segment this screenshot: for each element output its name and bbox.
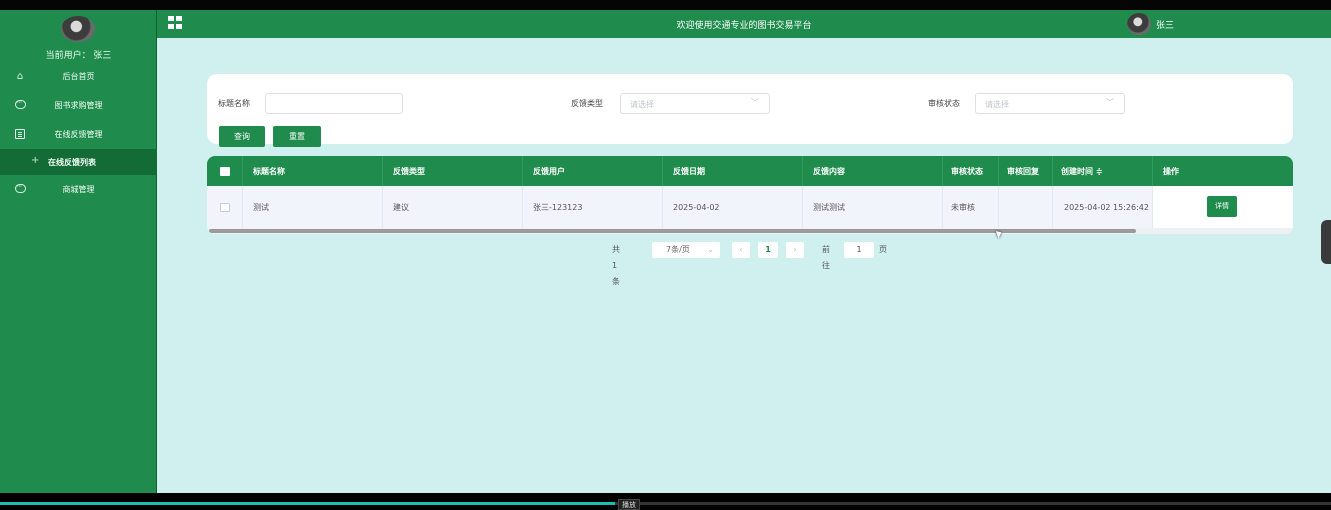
query-button[interactable]: 查询 [219, 126, 265, 147]
sidebar: 当前用户： 张三 ⌂ 后台首页 图书求购管理 在线反馈管理 + 在线反馈列表 商… [0, 10, 157, 493]
header-avatar[interactable] [1127, 13, 1151, 35]
sidebar-item-feedback-list[interactable]: + 在线反馈列表 [0, 149, 157, 175]
status-select-placeholder: 请选择 [985, 100, 1009, 109]
sidebar-item-label: 图书求购管理 [54, 101, 103, 110]
reset-button[interactable]: 重置 [273, 126, 321, 147]
play-tooltip: 播放 [618, 499, 640, 510]
type-select-placeholder: 请选择 [630, 100, 654, 109]
detail-button[interactable]: 详情 [1207, 196, 1237, 217]
current-user-label: 当前用户： 张三 [45, 51, 112, 61]
sidebar-item-mall[interactable]: 商城管理 [0, 175, 157, 204]
next-page-button[interactable]: › [786, 242, 804, 258]
column-header: 操作 [1163, 166, 1179, 176]
side-float-tab[interactable] [1321, 220, 1331, 264]
select-all-checkbox-cell[interactable] [207, 156, 243, 186]
page-suffix: 页 [879, 245, 887, 254]
column-header: 反馈用户 [523, 156, 663, 186]
row-checkbox-cell[interactable] [207, 186, 243, 228]
prev-page-button[interactable]: ‹ [732, 242, 750, 258]
page-size-value: 7条/页 [666, 245, 690, 254]
plus-icon: + [31, 155, 40, 166]
sidebar-item-label: 后台首页 [62, 72, 95, 81]
goto-label: 前往 [822, 245, 830, 270]
table-cell: 测试 [243, 186, 383, 228]
sidebar-item-label: 在线反馈列表 [48, 157, 96, 167]
table-cell: 张三-123123 [523, 186, 663, 228]
page-size-select[interactable]: 7条/页 ⌄ [652, 242, 720, 258]
sidebar-item-label: 商城管理 [62, 185, 95, 194]
status-label: 审核状态 [928, 99, 960, 108]
avatar[interactable] [61, 16, 95, 42]
admin-app: 当前用户： 张三 ⌂ 后台首页 图书求购管理 在线反馈管理 + 在线反馈列表 商… [0, 10, 1331, 493]
title-label: 标题名称 [218, 99, 250, 108]
top-black-strip [0, 0, 1331, 10]
sidebar-item-label: 在线反馈管理 [54, 130, 103, 139]
table-cell: 2025-04-02 [663, 186, 803, 228]
column-header: 反馈类型 [383, 156, 523, 186]
horizontal-scrollbar[interactable] [207, 228, 1293, 234]
row-checkbox[interactable] [219, 202, 230, 212]
table-cell: 建议 [383, 186, 523, 228]
page-title: 欢迎使用交通专业的图书交易平台 [676, 21, 812, 31]
sidebar-item-home[interactable]: ⌂ 后台首页 [0, 62, 157, 91]
header-username[interactable]: 张三 [1156, 18, 1174, 31]
column-header: 标题名称 [243, 156, 383, 186]
column-header-sortable[interactable]: 创建时间 ≑ [1053, 156, 1153, 186]
type-select[interactable]: 请选择 ﹀ [620, 93, 770, 114]
type-label: 反馈类型 [571, 99, 603, 108]
table-header: 标题名称 反馈类型 反馈用户 反馈日期 反馈内容 审核状态 审核回复 创建时间 … [207, 156, 1293, 186]
chevron-down-icon: ﹀ [751, 98, 759, 107]
select-all-checkbox[interactable] [219, 166, 230, 176]
table-cell [999, 186, 1053, 228]
search-form: 标题名称 反馈类型 请选择 ﹀ 审核状态 请选择 ﹀ 查询 重置 [207, 74, 1293, 147]
table-cell: 测试测试 [803, 186, 943, 228]
chevron-down-icon: ⌄ [707, 245, 714, 254]
goto-page-input[interactable]: 1 [844, 242, 874, 258]
playback-remaining-bar[interactable] [615, 502, 1331, 505]
status-select[interactable]: 请选择 ﹀ [975, 93, 1125, 114]
top-header: 欢迎使用交通专业的图书交易平台 张三 [157, 10, 1331, 38]
column-header: 审核回复 [999, 156, 1053, 186]
sidebar-item-book-purchase[interactable]: 图书求购管理 [0, 91, 157, 120]
sidebar-menu: ⌂ 后台首页 图书求购管理 在线反馈管理 + 在线反馈列表 商城管理 [0, 62, 157, 204]
chevron-down-icon: ﹀ [1106, 98, 1114, 107]
table-row[interactable]: 测试 建议 张三-123123 2025-04-02 测试测试 未审核 2025… [207, 186, 1293, 228]
pagination-total: 共 1 条 [612, 245, 620, 286]
column-header: 反馈日期 [663, 156, 803, 186]
sidebar-item-feedback[interactable]: 在线反馈管理 [0, 120, 157, 149]
title-input[interactable] [265, 93, 403, 114]
table-cell: 未审核 [943, 186, 999, 228]
feedback-table: 标题名称 反馈类型 反馈用户 反馈日期 反馈内容 审核状态 审核回复 创建时间 … [207, 156, 1293, 234]
current-page-button[interactable]: 1 [758, 242, 778, 258]
table-cell: 2025-04-02 15:26:42 [1053, 186, 1153, 228]
playback-progress-bar[interactable] [0, 502, 615, 505]
column-header: 审核状态 [943, 156, 999, 186]
column-header: 反馈内容 [803, 156, 943, 186]
